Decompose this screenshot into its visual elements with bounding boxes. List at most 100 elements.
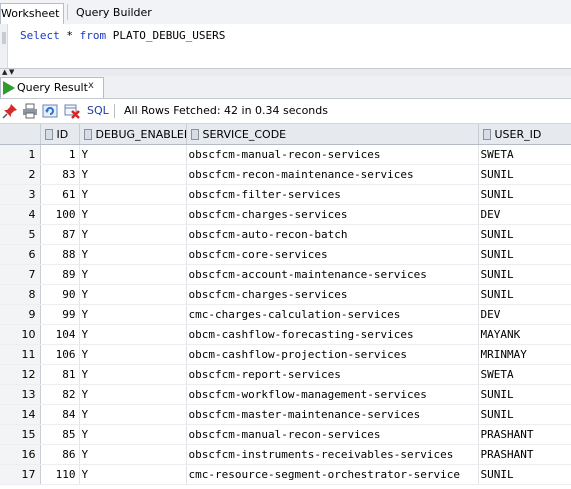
cell-id[interactable]: 106 [40,344,80,365]
cell-user-id[interactable]: PRASHANT [478,424,571,445]
cell-debug-enabled[interactable]: Y [79,284,187,305]
cell-id[interactable]: 86 [40,444,80,465]
cell-service-code[interactable]: obscfcm-master-maintenance-services [186,404,479,425]
cell-debug-enabled[interactable]: Y [79,204,187,225]
cell-service-code[interactable]: obscfcm-workflow-management-services [186,384,479,405]
cell-user-id[interactable]: SWETA [478,144,571,165]
cell-service-code[interactable]: obscfcm-manual-recon-services [186,424,479,445]
cell-id[interactable]: 1 [40,144,80,165]
refresh-icon[interactable] [42,103,58,119]
cell-user-id[interactable]: SUNIL [478,224,571,245]
cell-id[interactable]: 61 [40,184,80,205]
cell-id[interactable]: 110 [40,464,80,485]
table-row[interactable]: 2 83 Yobscfcm-recon-maintenance-services SU… [0,164,571,185]
cell-debug-enabled[interactable]: Y [79,324,187,345]
cell-debug-enabled[interactable]: Y [79,184,187,205]
table-row[interactable]: 11 106 Yobcm-cashflow-projection-services M… [0,344,571,365]
cell-id[interactable]: 100 [40,204,80,225]
cell-debug-enabled[interactable]: Y [79,404,187,425]
cell-id[interactable]: 87 [40,224,80,245]
cell-user-id[interactable]: SUNIL [478,404,571,425]
table-row[interactable]: 12 81 Yobscfcm-report-services SWETA [0,364,571,385]
table-row[interactable]: 16 86 Yobscfcm-instruments-receivables-ser… [0,444,571,465]
cell-service-code[interactable]: cmc-charges-calculation-services [186,304,479,325]
cell-debug-enabled[interactable]: Y [79,224,187,245]
cell-debug-enabled[interactable]: Y [79,384,187,405]
cell-debug-enabled[interactable]: Y [79,344,187,365]
cell-debug-enabled[interactable]: Y [79,264,187,285]
cell-id[interactable]: 90 [40,284,80,305]
table-row[interactable]: 7 89 Yobscfcm-account-maintenance-services… [0,264,571,285]
cell-user-id[interactable]: MAYANK [478,324,571,345]
cell-id[interactable]: 99 [40,304,80,325]
cell-debug-enabled[interactable]: Y [79,464,187,485]
cell-user-id[interactable]: MRINMAY [478,344,571,365]
cell-debug-enabled[interactable]: Y [79,444,187,465]
cell-id[interactable]: 82 [40,384,80,405]
collapse-up-icon[interactable]: ▲ [2,69,7,76]
cell-user-id[interactable]: DEV [478,204,571,225]
header-id[interactable]: ID [40,124,80,145]
tab-worksheet[interactable]: Worksheet [0,3,64,24]
header-user-id[interactable]: USER_ID [478,124,571,145]
table-row[interactable]: 4 100 Yobscfcm-charges-services DEV [0,204,571,225]
table-row[interactable]: 17 110 Ycmc-resource-segment-orchestrator-… [0,464,571,485]
table-row[interactable]: 3 61 Yobscfcm-filter-services SUNIL [0,184,571,205]
cell-user-id[interactable]: SUNIL [478,164,571,185]
cell-service-code[interactable]: obcm-cashflow-projection-services [186,344,479,365]
table-row[interactable]: 9 99 Ycmc-charges-calculation-services DEV [0,304,571,325]
cell-debug-enabled[interactable]: Y [79,144,187,165]
cell-user-id[interactable]: SUNIL [478,464,571,485]
cell-service-code[interactable]: obscfcm-account-maintenance-services [186,264,479,285]
header-debug-enabled[interactable]: DEBUG_ENABLED [79,124,187,145]
header-service-code[interactable]: SERVICE_CODE [186,124,479,145]
table-row[interactable]: 13 82 Yobscfcm-workflow-management-service… [0,384,571,405]
cell-service-code[interactable]: obscfcm-instruments-receivables-services [186,444,479,465]
cell-id[interactable]: 104 [40,324,80,345]
cell-service-code[interactable]: obscfcm-recon-maintenance-services [186,164,479,185]
cell-debug-enabled[interactable]: Y [79,164,187,185]
cell-service-code[interactable]: obscfcm-filter-services [186,184,479,205]
sql-editor[interactable]: Select * from PLATO_DEBUG_USERS [0,24,571,68]
cell-user-id[interactable]: SUNIL [478,244,571,265]
table-row[interactable]: 5 87 Yobscfcm-auto-recon-batch SUNIL [0,224,571,245]
cell-user-id[interactable]: SUNIL [478,264,571,285]
cell-service-code[interactable]: obscfcm-manual-recon-services [186,144,479,165]
cell-debug-enabled[interactable]: Y [79,304,187,325]
cell-debug-enabled[interactable]: Y [79,244,187,265]
cell-user-id[interactable]: SUNIL [478,284,571,305]
cell-user-id[interactable]: SUNIL [478,184,571,205]
cell-id[interactable]: 83 [40,164,80,185]
cell-id[interactable]: 89 [40,264,80,285]
table-row[interactable]: 1 1 Yobscfcm-manual-recon-services SWETA [0,144,571,165]
pin-icon[interactable] [2,103,18,119]
cell-service-code[interactable]: obscfcm-charges-services [186,204,479,225]
tab-query-result[interactable]: Query Result x [0,77,104,98]
table-row[interactable]: 8 90 Yobscfcm-charges-services SUNIL [0,284,571,305]
close-tab-icon[interactable]: x [88,80,94,91]
cell-user-id[interactable]: DEV [478,304,571,325]
collapse-down-icon[interactable]: ▼ [9,69,14,76]
cell-user-id[interactable]: PRASHANT [478,444,571,465]
table-row[interactable]: 6 88 Yobscfcm-core-services SUNIL [0,244,571,265]
cell-debug-enabled[interactable]: Y [79,424,187,445]
cell-service-code[interactable]: obcm-cashflow-forecasting-services [186,324,479,345]
sql-statement[interactable]: Select * from PLATO_DEBUG_USERS [20,29,225,42]
table-row[interactable]: 15 85 Yobscfcm-manual-recon-services PRASHA… [0,424,571,445]
sql-link[interactable]: SQL [87,104,109,117]
tab-query-builder[interactable]: Query Builder [76,3,152,23]
delete-rows-icon[interactable] [64,103,80,119]
cell-service-code[interactable]: obscfcm-report-services [186,364,479,385]
cell-service-code[interactable]: obscfcm-auto-recon-batch [186,224,479,245]
table-row[interactable]: 10 104 Yobcm-cashflow-forecasting-services… [0,324,571,345]
cell-id[interactable]: 88 [40,244,80,265]
cell-service-code[interactable]: cmc-resource-segment-orchestrator-servic… [186,464,479,485]
print-icon[interactable] [22,103,38,119]
cell-id[interactable]: 81 [40,364,80,385]
cell-service-code[interactable]: obscfcm-core-services [186,244,479,265]
cell-id[interactable]: 84 [40,404,80,425]
cell-debug-enabled[interactable]: Y [79,364,187,385]
cell-user-id[interactable]: SWETA [478,364,571,385]
table-row[interactable]: 14 84 Yobscfcm-master-maintenance-services… [0,404,571,425]
cell-service-code[interactable]: obscfcm-charges-services [186,284,479,305]
